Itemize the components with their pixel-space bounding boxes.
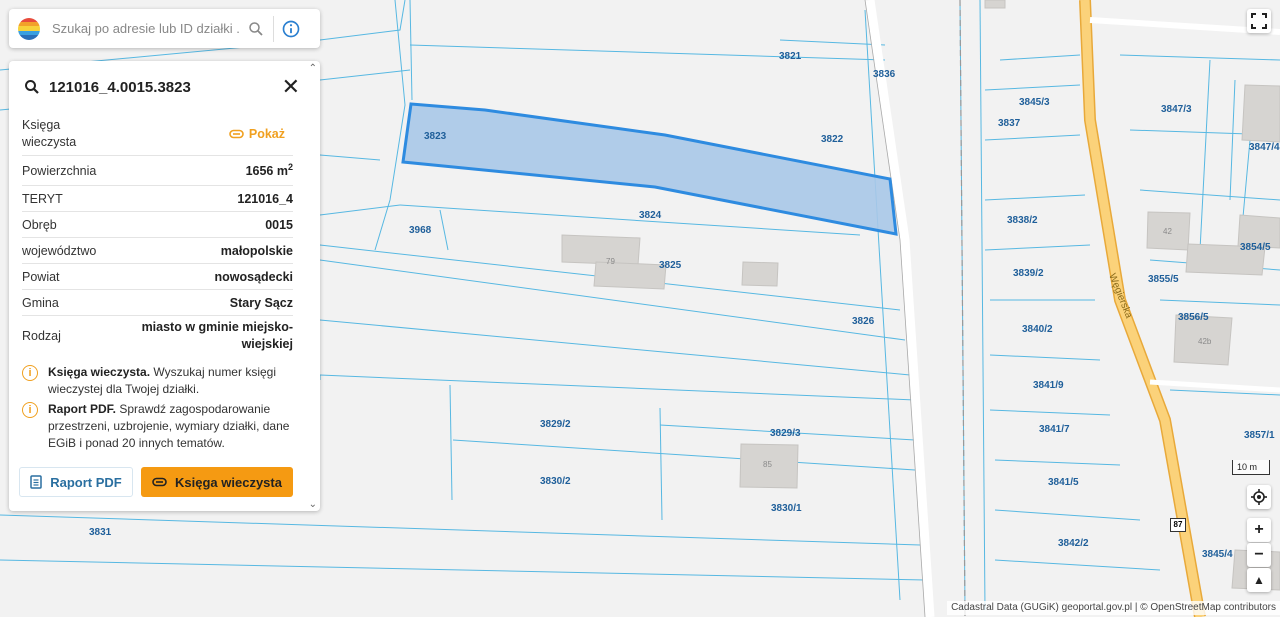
- document-icon: [30, 475, 42, 489]
- zoom-in-icon[interactable]: +: [1247, 518, 1271, 542]
- search-icon: [25, 80, 39, 94]
- parcel-label: 3856/5: [1178, 312, 1209, 323]
- parcel-label: 3823: [424, 131, 447, 142]
- scroll-up-icon[interactable]: ⌃: [309, 63, 317, 74]
- map-attribution: Cadastral Data (GUGiK) geoportal.gov.pl …: [947, 601, 1280, 615]
- scroll-down-icon[interactable]: ⌄: [309, 499, 317, 510]
- parcel-label: 3855/5: [1148, 274, 1179, 285]
- parcel-label: 3845/4: [1202, 549, 1233, 560]
- parcel-info-panel: ⌃ 121016_4.0015.3823 ✕ Księga wieczysta …: [9, 61, 320, 511]
- parcel-label: 3854/5: [1240, 242, 1271, 253]
- row-value: Stary Sącz: [229, 295, 293, 310]
- row-teryt: TERYT 121016_4: [22, 185, 293, 211]
- row-key: województwo: [22, 243, 97, 258]
- info-ksiega: i Księga wieczysta. Wyszukaj numer księg…: [22, 364, 297, 398]
- parcel-label: 3837: [998, 118, 1021, 129]
- row-key: Powierzchnia: [22, 163, 97, 178]
- parcel-label: 3821: [779, 51, 802, 62]
- parcel-label: 3826: [852, 316, 875, 327]
- parcel-label: 3831: [89, 527, 112, 538]
- panel-header: 121016_4.0015.3823 ✕: [23, 75, 300, 99]
- info-bold: Raport PDF.: [48, 402, 117, 416]
- info-icon: i: [22, 365, 38, 381]
- parcel-label: 3824: [639, 210, 662, 221]
- search-icon[interactable]: [242, 15, 270, 43]
- link-icon: [229, 129, 244, 139]
- scale-bar: 10 m: [1232, 460, 1270, 475]
- parcel-label: 3839/2: [1013, 268, 1044, 279]
- parcel-id-title: 121016_4.0015.3823: [49, 78, 191, 96]
- info-raport: i Raport PDF. Sprawdź zagospodarowanie p…: [22, 401, 297, 452]
- parcel-label: 3830/2: [540, 476, 571, 487]
- fullscreen-icon[interactable]: [1247, 9, 1271, 33]
- house-number: 85: [763, 460, 772, 469]
- row-value: nowosądecki: [214, 269, 294, 284]
- app-logo[interactable]: [18, 17, 40, 40]
- road-number-badge: 87: [1170, 518, 1186, 532]
- house-number: 42: [1163, 227, 1172, 236]
- raport-pdf-button[interactable]: Raport PDF: [19, 467, 133, 497]
- area-value: 1656 m: [245, 164, 288, 179]
- zoom-out-icon[interactable]: −: [1247, 543, 1271, 567]
- house-number: 42b: [1198, 337, 1212, 346]
- parcel-label: 3842/2: [1058, 538, 1089, 549]
- row-value: 121016_4: [237, 191, 293, 206]
- parcel-label: 3830/1: [771, 503, 802, 514]
- row-obreb: Obręb 0015: [22, 211, 293, 237]
- search-input[interactable]: [50, 20, 242, 37]
- parcel-label: 3841/5: [1048, 477, 1079, 488]
- row-area: Powierzchnia 1656 m2: [22, 155, 293, 185]
- row-gmina: Gmina Stary Sącz: [22, 289, 293, 315]
- parcel-label: 3822: [821, 134, 844, 145]
- parcel-label: 3847/3: [1161, 104, 1192, 115]
- parcel-label: 3845/3: [1019, 97, 1050, 108]
- compass-icon[interactable]: ▲: [1247, 568, 1271, 592]
- parcel-label: 3847/4: [1249, 142, 1280, 153]
- parcel-label: 3968: [409, 225, 432, 236]
- info-icon: i: [22, 402, 38, 418]
- show-ksiega-link[interactable]: Pokaż: [229, 127, 285, 141]
- row-powiat: Powiat nowosądecki: [22, 263, 293, 289]
- parcel-attributes: Księga wieczysta Pokaż Powierzchnia 1656…: [22, 113, 293, 356]
- close-icon[interactable]: ✕: [282, 76, 300, 98]
- row-value: 0015: [265, 217, 293, 232]
- row-value: miasto w gminie miejsko-wiejskiej: [141, 320, 293, 351]
- row-value: 1656 m2: [246, 162, 293, 178]
- parcel-label: 3829/2: [540, 419, 571, 430]
- row-key: Obręb: [22, 217, 57, 232]
- parcel-label: 3840/2: [1022, 324, 1053, 335]
- search-bar: [9, 9, 320, 48]
- info-text: Księga wieczysta. Wyszukaj numer księgi …: [48, 364, 297, 398]
- parcel-label: 3841/7: [1039, 424, 1070, 435]
- ksiega-wieczysta-label: Księga wieczysta: [175, 474, 282, 490]
- parcel-label: 3829/3: [770, 428, 801, 439]
- locate-icon[interactable]: [1247, 485, 1271, 509]
- raport-pdf-label: Raport PDF: [50, 474, 122, 490]
- row-key: TERYT: [22, 191, 63, 206]
- parcel-label: 3841/9: [1033, 380, 1064, 391]
- row-key: Księga wieczysta: [22, 118, 77, 149]
- row-ksiega: Księga wieczysta Pokaż: [22, 113, 293, 155]
- row-wojewodztwo: województwo małopolskie: [22, 237, 293, 263]
- parcel-label: 3857/1: [1244, 430, 1275, 441]
- row-key: Rodzaj: [22, 329, 61, 343]
- parcel-label: 3836: [873, 69, 896, 80]
- link-icon: [152, 477, 167, 487]
- info-icon[interactable]: [277, 15, 305, 43]
- parcel-label: 3838/2: [1007, 215, 1038, 226]
- row-value: małopolskie: [220, 243, 293, 258]
- row-key: Powiat: [22, 269, 60, 284]
- info-bold: Księga wieczysta.: [48, 365, 151, 379]
- parcel-label: 3825: [659, 260, 682, 271]
- show-label: Pokaż: [248, 127, 285, 141]
- house-number: 79: [606, 257, 615, 266]
- row-key: Gmina: [22, 295, 59, 310]
- info-text: Raport PDF. Sprawdź zagospodarowanie prz…: [48, 401, 297, 452]
- search-divider: [273, 15, 274, 42]
- area-unit-exponent: 2: [287, 162, 293, 173]
- row-rodzaj: Rodzaj miasto w gminie miejsko-wiejskiej: [22, 315, 293, 356]
- ksiega-wieczysta-button[interactable]: Księga wieczysta: [141, 467, 293, 497]
